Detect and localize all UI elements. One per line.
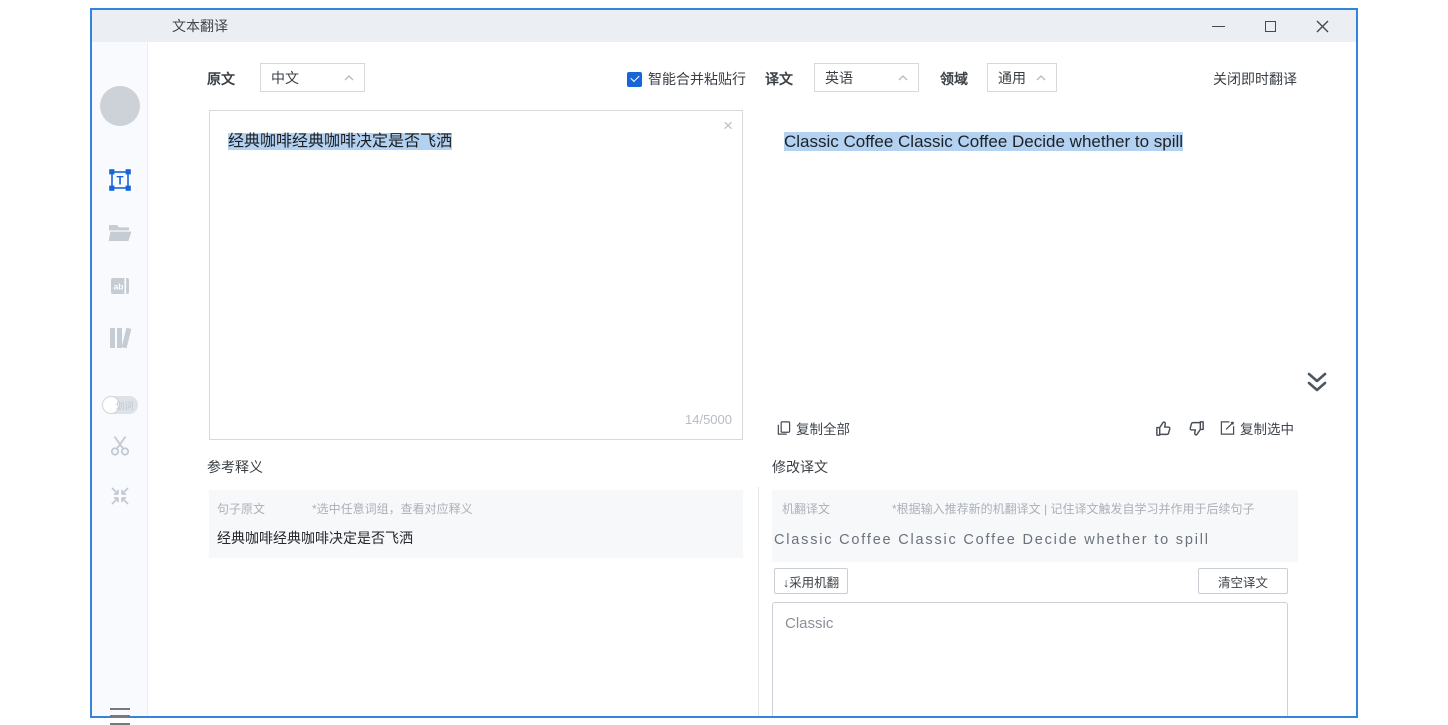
copy-selected-button[interactable]: 复制选中 [1220,418,1294,438]
char-counter: 14/5000 [685,409,732,431]
window-title: 文本翻译 [172,16,228,36]
toggle-pill: 划词 [102,396,138,414]
maximize-icon [1265,21,1276,32]
chevron-up-icon [1036,75,1046,81]
reference-box: 句子原文 *选中任意词组，查看对应释义 经典咖啡经典咖啡决定是否飞洒 [209,490,743,558]
thumbs-down-button[interactable] [1187,419,1206,438]
mt-header-label: 机翻译文 [782,500,830,517]
target-language-dropdown[interactable]: 英语 [814,63,919,92]
minimize-icon [1212,26,1225,27]
avatar[interactable] [92,86,147,126]
edit-copy-icon [1220,420,1235,436]
app-window: 文本翻译 T [90,8,1358,718]
reference-section-title: 参考释义 [207,457,263,477]
chevron-up-icon [898,75,908,81]
copy-all-label: 复制全部 [796,418,850,438]
sidebar-item-dictionary[interactable]: ab [92,274,147,298]
edit-section-title: 修改译文 [772,457,828,477]
sidebar: T ab 划词 [92,42,148,716]
result-toolbar: 复制全部 [776,416,1294,440]
mt-header-hint: *根据输入推荐新的机翻译文 | 记住译文触发自学习并作用于后续句子 [892,500,1254,517]
copy-icon [776,420,791,436]
reference-header-hint: *选中任意词组，查看对应释义 [312,500,473,517]
reference-sentence[interactable]: 经典咖啡经典咖啡决定是否飞洒 [217,528,413,548]
sidebar-item-screenshot[interactable] [92,432,147,458]
library-icon [107,326,133,350]
thumbs-up-icon [1154,419,1173,438]
sidebar-item-library[interactable] [92,326,147,350]
maximize-button[interactable] [1244,10,1296,42]
word-select-toggle[interactable]: 划词 [92,396,147,414]
source-language-dropdown[interactable]: 中文 [260,63,365,92]
close-icon [1316,20,1329,33]
svg-text:T: T [116,175,123,187]
source-label: 原文 [207,69,235,89]
source-text: 经典咖啡经典咖啡决定是否飞洒 [228,133,452,150]
text-translate-icon: T [108,168,132,192]
toggle-label: 划词 [115,399,133,412]
minimize-button[interactable] [1192,10,1244,42]
window-controls [1192,10,1348,42]
reference-header-label: 句子原文 [217,500,265,517]
target-label: 译文 [765,69,793,89]
machine-translation-box: 机翻译文 *根据输入推荐新的机翻译文 | 记住译文触发自学习并作用于后续句子 C… [772,490,1298,562]
main-content: 原文 中文 智能合并粘贴行 译文 英语 领域 通用 关闭即时翻译 经典咖啡经典咖… [148,42,1356,716]
copy-all-button[interactable]: 复制全部 [776,418,850,438]
sidebar-item-collapse[interactable] [92,484,147,508]
result-text[interactable]: Classic Coffee Classic Coffee Decide whe… [784,130,1183,153]
thumbs-up-button[interactable] [1154,419,1173,438]
scissors-icon [107,432,133,458]
double-chevron-down-icon [1303,368,1331,396]
chevron-up-icon [344,75,354,81]
folder-icon [107,222,133,244]
section-divider [758,487,759,716]
close-button[interactable] [1296,10,1348,42]
hamburger-icon [110,708,130,725]
dictionary-icon: ab [108,274,132,298]
adopt-mt-button[interactable]: ↓采用机翻 [774,568,848,594]
smart-paste-checkbox[interactable]: 智能合并粘贴行 [627,69,746,89]
edit-translation-input[interactable]: Classic [772,602,1288,716]
source-language-value: 中文 [271,68,299,88]
svg-text:ab: ab [113,282,123,292]
avatar-circle [100,86,140,126]
source-text-area[interactable]: 经典咖啡经典咖啡决定是否飞洒 × 14/5000 [209,110,743,440]
instant-translate-toggle[interactable]: 关闭即时翻译 [1213,69,1297,89]
clear-translation-button[interactable]: 清空译文 [1198,568,1288,594]
machine-translation-text[interactable]: Classic Coffee Classic Coffee Decide whe… [774,532,1210,548]
domain-label: 领域 [940,69,968,89]
clear-source-icon[interactable]: × [723,117,733,134]
sidebar-item-document-translate[interactable] [92,222,147,244]
checkbox-checked-icon [627,72,642,87]
sidebar-item-text-translate[interactable]: T [92,168,147,192]
smart-paste-label: 智能合并粘贴行 [648,69,746,89]
sidebar-item-menu[interactable] [92,708,147,725]
collapse-arrows-icon [108,484,132,508]
expand-more-button[interactable] [1303,368,1331,396]
domain-dropdown[interactable]: 通用 [987,63,1057,92]
domain-value: 通用 [998,68,1026,88]
target-language-value: 英语 [825,68,853,88]
titlebar: 文本翻译 [92,10,1356,42]
thumbs-down-icon [1187,419,1206,438]
copy-selected-label: 复制选中 [1240,418,1294,438]
result-panel: Classic Coffee Classic Coffee Decide whe… [772,112,1298,442]
